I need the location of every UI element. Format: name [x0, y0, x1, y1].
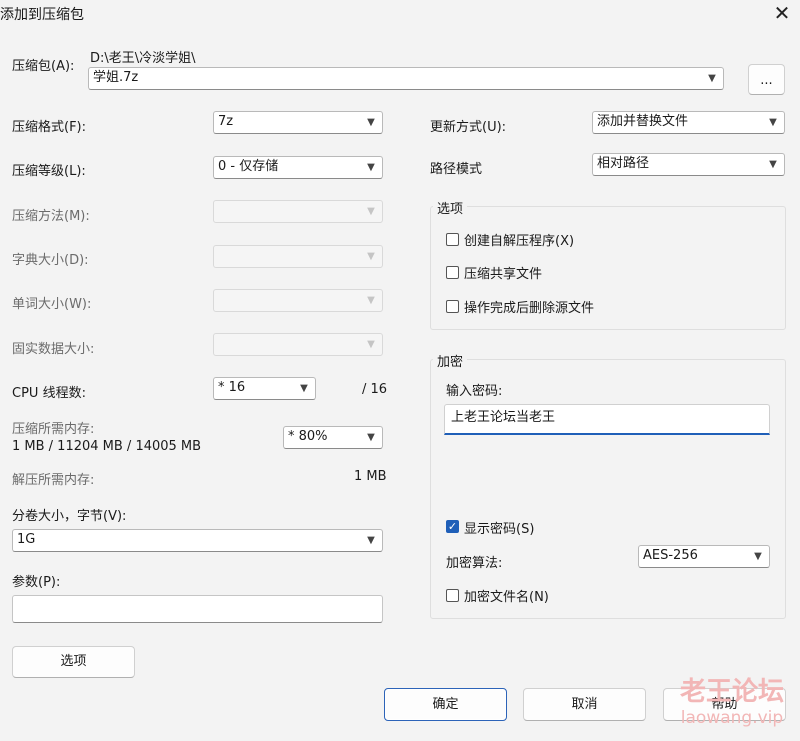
params-input[interactable]	[12, 595, 383, 623]
password-input[interactable]: 上老王论坛当老王	[444, 404, 770, 435]
cpu-value: * 16	[218, 380, 246, 395]
update-combo[interactable]: 添加并替换文件 ▼	[592, 111, 785, 134]
solid-label: 固实数据大小:	[12, 342, 95, 357]
chevron-down-icon: ▼	[367, 251, 375, 262]
volume-label: 分卷大小，字节(V):	[12, 509, 127, 524]
path-mode-label: 路径模式	[430, 162, 483, 177]
enc-method-value: AES-256	[643, 548, 698, 563]
encrypt-names-label[interactable]: 加密文件名(N)	[464, 586, 549, 605]
enc-method-label: 加密算法:	[446, 556, 503, 571]
mem-compress-detail: 1 MB / 11204 MB / 14005 MB	[12, 439, 202, 454]
cpu-max: / 16	[362, 382, 388, 397]
cpu-combo[interactable]: * 16 ▼	[213, 377, 316, 400]
format-combo[interactable]: 7z ▼	[213, 111, 383, 134]
delete-label[interactable]: 操作完成后删除源文件	[464, 297, 594, 316]
archive-name-combo[interactable]: 学姐.7z ▼	[88, 67, 724, 90]
archive-label: 压缩包(A):	[12, 59, 75, 74]
dict-combo: ▼	[213, 245, 383, 268]
mem-compress-label: 压缩所需内存:	[12, 422, 95, 437]
mem-compress-value: * 80%	[288, 429, 328, 444]
mem-decompress-label: 解压所需内存:	[12, 473, 95, 488]
options-group-title: 选项	[433, 198, 468, 217]
chevron-down-icon: ▼	[367, 206, 375, 217]
level-label: 压缩等级(L):	[12, 164, 86, 179]
chevron-down-icon[interactable]: ▼	[364, 157, 378, 178]
path-mode-combo[interactable]: 相对路径 ▼	[592, 153, 785, 176]
mem-compress-combo[interactable]: * 80% ▼	[283, 426, 383, 449]
chevron-down-icon[interactable]: ▼	[751, 546, 765, 567]
method-label: 压缩方法(M):	[12, 209, 90, 224]
archive-path: D:\老王\冷淡学姐\	[90, 51, 196, 66]
chevron-down-icon[interactable]: ▼	[766, 112, 780, 133]
chevron-down-icon[interactable]: ▼	[766, 154, 780, 175]
watermark-line2: laowang.vip	[680, 708, 784, 728]
word-combo: ▼	[213, 289, 383, 312]
encrypt-names-checkbox[interactable]	[446, 589, 459, 602]
close-icon[interactable]: ✕	[771, 0, 793, 26]
chevron-down-icon[interactable]: ▼	[364, 427, 378, 448]
solid-combo: ▼	[213, 333, 383, 356]
chevron-down-icon[interactable]: ▼	[364, 112, 378, 133]
watermark-line1: 老王论坛	[679, 677, 784, 707]
format-label: 压缩格式(F):	[12, 120, 87, 135]
update-label: 更新方式(U):	[430, 120, 507, 135]
password-label: 输入密码:	[446, 384, 503, 399]
params-label: 参数(P):	[12, 575, 61, 590]
level-value: 0 - 仅存储	[218, 159, 279, 174]
dialog-title: 添加到压缩包	[0, 7, 84, 23]
enc-method-combo[interactable]: AES-256 ▼	[638, 545, 770, 568]
volume-combo[interactable]: 1G ▼	[12, 529, 383, 552]
watermark: 老王论坛 laowang.vip	[664, 676, 800, 728]
encryption-group-title: 加密	[433, 351, 468, 370]
show-password-checkbox[interactable]: ✓	[446, 520, 459, 533]
path-mode-value: 相对路径	[597, 156, 650, 171]
update-value: 添加并替换文件	[597, 114, 689, 129]
delete-checkbox[interactable]	[446, 300, 459, 313]
sfx-checkbox[interactable]	[446, 233, 459, 246]
chevron-down-icon[interactable]: ▼	[297, 378, 311, 399]
chevron-down-icon: ▼	[367, 295, 375, 306]
level-combo[interactable]: 0 - 仅存储 ▼	[213, 156, 383, 179]
ok-button[interactable]: 确定	[384, 688, 507, 721]
cpu-label: CPU 线程数:	[12, 386, 86, 401]
checkmark-icon: ✓	[447, 520, 458, 533]
dict-label: 字典大小(D):	[12, 253, 89, 268]
shared-checkbox[interactable]	[446, 266, 459, 279]
show-password-label[interactable]: 显示密码(S)	[464, 518, 534, 537]
chevron-down-icon[interactable]: ▼	[364, 530, 378, 551]
mem-decompress-value: 1 MB	[354, 469, 387, 484]
browse-button[interactable]: ...	[748, 64, 785, 95]
chevron-down-icon: ▼	[367, 339, 375, 350]
cancel-button[interactable]: 取消	[523, 688, 646, 721]
format-value: 7z	[218, 114, 234, 129]
shared-label[interactable]: 压缩共享文件	[464, 263, 542, 282]
sfx-label[interactable]: 创建自解压程序(X)	[464, 230, 574, 249]
word-label: 单词大小(W):	[12, 297, 92, 312]
archive-name-value: 学姐.7z	[93, 70, 139, 85]
method-combo: ▼	[213, 200, 383, 223]
volume-value: 1G	[17, 532, 36, 547]
chevron-down-icon[interactable]: ▼	[705, 68, 719, 89]
options-button[interactable]: 选项	[12, 646, 135, 678]
